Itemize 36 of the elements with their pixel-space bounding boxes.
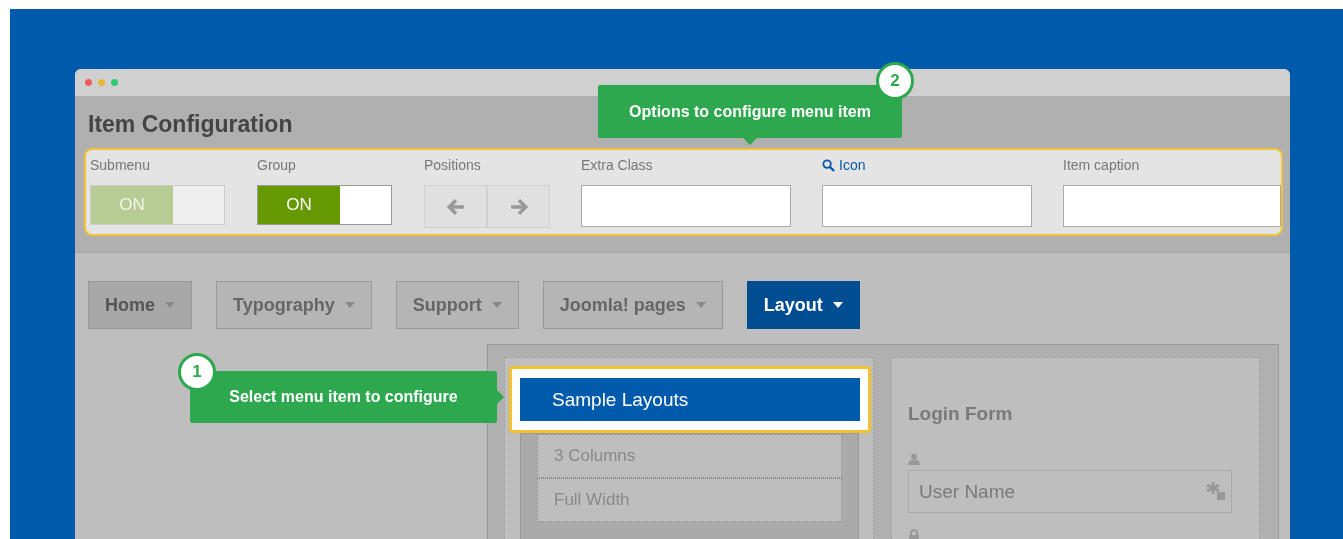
move-right-button[interactable]	[487, 185, 550, 228]
menu-tab[interactable]: Home	[88, 281, 192, 329]
menu-tab[interactable]: Typography	[216, 281, 372, 329]
text-input[interactable]	[822, 185, 1032, 227]
field-label: Extra Class	[581, 156, 654, 174]
text-input[interactable]	[1063, 185, 1281, 227]
menu-item[interactable]: Sample Layouts	[520, 378, 860, 421]
login-title: Login Form	[908, 403, 1014, 425]
close-dot-icon[interactable]	[85, 79, 92, 86]
caret-icon	[491, 302, 502, 308]
maximize-dot-icon[interactable]	[111, 79, 118, 86]
toggle-switch[interactable]: ON	[257, 185, 392, 225]
move-left-button[interactable]	[424, 185, 487, 228]
caret-icon	[832, 302, 843, 308]
window-title: Item Configuration	[88, 110, 293, 138]
caret-icon	[344, 302, 355, 308]
text-input[interactable]	[581, 185, 791, 227]
caret-icon	[695, 302, 706, 308]
field-label: Submenu	[90, 156, 151, 174]
callout: Options to configure menu item	[598, 85, 902, 138]
username-field[interactable]: User Name	[908, 470, 1232, 513]
field-label: Positions	[424, 156, 482, 174]
search-icon	[822, 158, 835, 172]
field-label: Icon	[839, 157, 866, 173]
asterisk-icon	[1206, 481, 1226, 501]
caret-icon	[165, 302, 175, 308]
menu-tab[interactable]: Support	[395, 281, 519, 329]
user-icon	[908, 453, 920, 465]
right-arrow-icon	[509, 198, 528, 215]
callout-pointer	[743, 138, 757, 145]
field-label: Group	[257, 156, 297, 174]
menu-tab[interactable]: Joomla! pages	[542, 281, 723, 329]
minimize-dot-icon[interactable]	[98, 79, 105, 86]
menu-tab[interactable]: Layout	[746, 281, 860, 329]
left-arrow-icon	[446, 198, 465, 215]
field-label: Item caption	[1063, 156, 1141, 174]
